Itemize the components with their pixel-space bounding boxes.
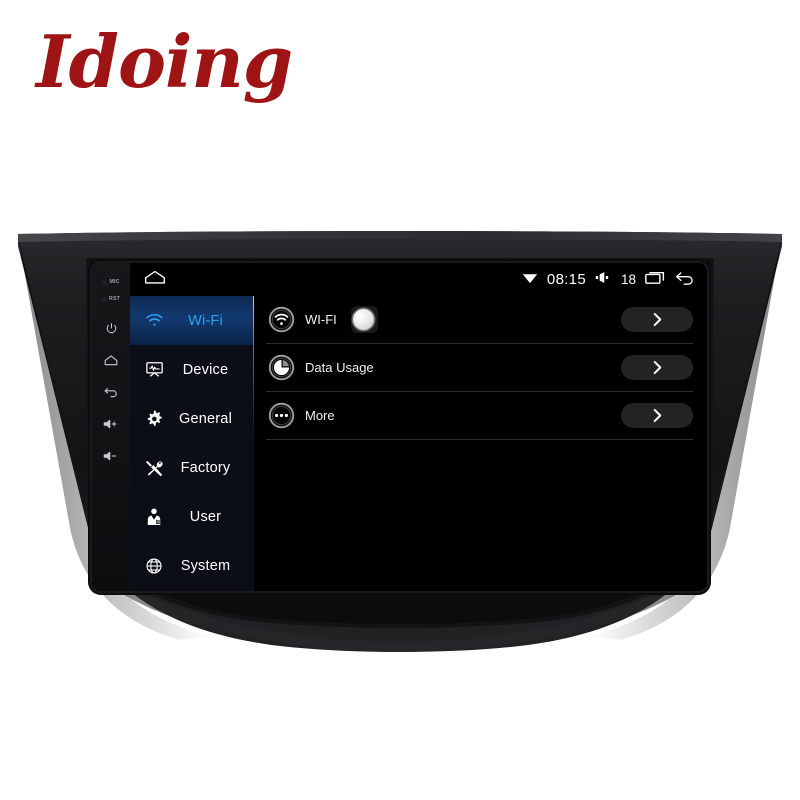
toggle-knob — [352, 309, 374, 330]
reset-led-dot — [102, 296, 107, 302]
brand-logo: Idoing — [36, 19, 293, 104]
back-arrow-icon[interactable] — [675, 270, 695, 290]
lcd-screen: MIC RST 08:15 18 Wi-Fi Device General Fa… — [92, 263, 707, 591]
more-dots-icon — [266, 401, 296, 431]
list-item-label: More — [305, 408, 335, 423]
wifi-circle-icon — [266, 305, 296, 335]
tools-icon — [143, 459, 165, 478]
car-head-unit-device: MIC RST 08:15 18 Wi-Fi Device General Fa… — [0, 228, 800, 658]
settings-body: Wi-Fi Device General Factory User System… — [130, 296, 707, 591]
data-usage-icon — [266, 353, 296, 383]
mic-label: MIC — [109, 279, 120, 285]
screenshot-root: Idoing MIC RST 08:15 18 Wi-Fi Device Gen… — [0, 0, 800, 800]
chevron-right-icon — [651, 408, 664, 423]
sidebar-item-label: User — [189, 509, 222, 526]
power-button[interactable] — [101, 319, 121, 337]
mic-indicator: MIC — [102, 276, 119, 288]
volume-up-button[interactable] — [101, 415, 121, 433]
status-bar: 08:15 18 — [130, 263, 707, 296]
sidebar-item-factory[interactable]: Factory — [130, 444, 254, 493]
volume-down-icon — [103, 450, 119, 462]
sidebar-item-label: Factory — [180, 460, 231, 477]
status-clock: 08:15 — [546, 271, 586, 288]
sidebar-item-system[interactable]: System — [130, 542, 254, 591]
chevron-right-icon — [651, 360, 664, 375]
reset-indicator[interactable]: RST — [102, 293, 120, 305]
status-right-group: 08:15 18 — [522, 270, 695, 290]
list-item-more[interactable]: More — [266, 392, 693, 440]
volume-level: 18 — [620, 272, 636, 287]
sidebar-item-label: System — [180, 558, 231, 575]
user-icon — [143, 508, 165, 526]
chevron-right-icon — [651, 312, 664, 327]
back-arrow-icon — [104, 386, 118, 398]
data-usage-detail-button[interactable] — [621, 355, 693, 380]
mic-led-dot — [102, 279, 108, 285]
wifi-icon — [143, 313, 165, 328]
recent-apps-icon[interactable] — [645, 270, 666, 290]
hardware-button-strip: MIC RST — [92, 263, 130, 591]
home-icon — [144, 269, 166, 290]
more-detail-button[interactable] — [621, 403, 693, 428]
home-icon — [104, 354, 118, 366]
settings-content: WI-FI Data Usage More — [254, 296, 707, 591]
status-home-button[interactable] — [144, 269, 166, 290]
volume-icon[interactable] — [595, 271, 612, 289]
sidebar-item-user[interactable]: User — [130, 493, 254, 542]
globe-icon — [143, 557, 165, 575]
sidebar-item-general[interactable]: General — [130, 394, 254, 443]
volume-up-icon — [103, 418, 119, 430]
sidebar-item-wifi[interactable]: Wi-Fi — [130, 296, 254, 346]
volume-down-button[interactable] — [101, 447, 121, 465]
android-settings-ui: 08:15 18 Wi-Fi Device General Factory Us… — [130, 263, 707, 591]
hardware-home-button[interactable] — [101, 351, 121, 369]
settings-sidebar: Wi-Fi Device General Factory User System — [130, 296, 254, 591]
display-icon — [143, 361, 165, 378]
wifi-detail-button[interactable] — [621, 307, 693, 332]
list-item-label: Data Usage — [305, 360, 374, 375]
list-item-label: WI-FI — [305, 312, 337, 327]
sidebar-item-device[interactable]: Device — [130, 345, 254, 394]
list-item-data-usage[interactable]: Data Usage — [266, 344, 693, 392]
wifi-signal-icon — [522, 271, 538, 289]
gear-icon — [143, 410, 165, 428]
sidebar-item-label: Device — [182, 361, 229, 378]
sidebar-item-label: General — [179, 410, 232, 427]
hardware-back-button[interactable] — [101, 383, 121, 401]
power-icon — [105, 322, 118, 335]
wifi-toggle-switch[interactable] — [350, 306, 378, 333]
list-empty-area — [266, 440, 693, 487]
reset-label: RST — [109, 296, 120, 302]
sidebar-item-label: Wi-Fi — [188, 312, 223, 329]
list-item-wifi[interactable]: WI-FI — [266, 296, 693, 344]
